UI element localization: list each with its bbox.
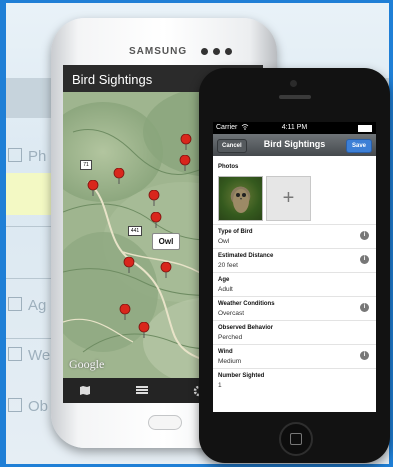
bg-label-ob: Ob xyxy=(28,398,49,415)
add-photo-button[interactable]: + xyxy=(266,176,311,221)
field-value: Perched xyxy=(218,334,243,341)
samsung-logo: SAMSUNG xyxy=(129,46,188,57)
sensor-icon xyxy=(225,48,232,55)
status-bar: Carrier 4:11 PM xyxy=(213,122,376,134)
map-pin-icon[interactable] xyxy=(160,261,172,283)
iphone-screen: Carrier 4:11 PM Cancel Bird Sightings Sa… xyxy=(213,122,376,412)
field-label: Wind xyxy=(218,349,233,355)
field-label: Weather Conditions xyxy=(218,301,275,307)
map-pin-icon[interactable] xyxy=(180,133,192,155)
home-square-icon xyxy=(290,433,302,445)
home-button[interactable] xyxy=(148,415,182,430)
field-label: Age xyxy=(218,277,230,283)
info-icon[interactable]: i xyxy=(360,351,369,360)
field-label: Number Sighted xyxy=(218,373,265,379)
bg-label-we: We xyxy=(28,347,51,364)
bg-checkbox xyxy=(8,297,22,311)
form-field-type-of-bird[interactable]: Type of Bird Owl i xyxy=(213,224,376,249)
bg-checkbox xyxy=(8,148,22,162)
road-sign-71: 71 xyxy=(80,160,92,170)
map-pin-icon[interactable] xyxy=(113,167,125,189)
road-sign-441: 441 xyxy=(128,226,142,236)
form-field-observed-behavior[interactable]: Observed Behavior Perched xyxy=(213,320,376,345)
field-value: Overcast xyxy=(218,310,245,317)
map-pin-icon[interactable] xyxy=(179,154,191,176)
save-button[interactable]: Save xyxy=(345,139,372,153)
field-value: Owl xyxy=(218,238,230,245)
field-label: Observed Behavior xyxy=(218,325,274,331)
map-pin-icon[interactable] xyxy=(123,256,135,278)
map-pin-icon[interactable] xyxy=(138,321,150,343)
google-logo: Google xyxy=(69,357,105,371)
form-field-weather-conditions[interactable]: Weather Conditions Overcast i xyxy=(213,296,376,321)
form-field-number-sighted[interactable]: Number Sighted 1 xyxy=(213,368,376,393)
info-icon[interactable]: i xyxy=(360,303,369,312)
battery-icon xyxy=(358,125,372,132)
owl-icon xyxy=(233,189,249,213)
front-camera-icon xyxy=(201,48,208,55)
home-button[interactable] xyxy=(279,422,313,456)
field-label: Type of Bird xyxy=(218,229,253,235)
info-icon[interactable]: i xyxy=(360,255,369,264)
navigation-bar: Cancel Bird Sightings Save xyxy=(213,134,376,156)
bg-checkbox xyxy=(8,347,22,361)
map-pin-icon[interactable] xyxy=(87,179,99,201)
front-camera-icon xyxy=(290,80,297,87)
bg-checkbox xyxy=(8,398,22,412)
list-icon[interactable] xyxy=(136,385,148,398)
form-field-estimated-distance[interactable]: Estimated Distance 20 feet i xyxy=(213,248,376,273)
map-icon[interactable] xyxy=(79,385,91,398)
earpiece-speaker xyxy=(279,95,311,99)
photos-label: Photos xyxy=(218,164,239,170)
bg-label-ph: Ph xyxy=(28,148,47,165)
field-value: 20 feet xyxy=(218,262,238,269)
field-label: Estimated Distance xyxy=(218,253,274,259)
owl-photo-thumbnail[interactable] xyxy=(218,176,263,221)
map-pin-icon[interactable] xyxy=(150,211,162,233)
owl-callout[interactable]: Owl xyxy=(152,233,180,250)
form-field-age[interactable]: Age Adult xyxy=(213,272,376,297)
frame-top-border xyxy=(0,0,393,3)
map-pin-icon[interactable] xyxy=(119,303,131,325)
info-icon[interactable]: i xyxy=(360,231,369,240)
frame-left-border xyxy=(0,0,6,467)
app-title: Bird Sightings xyxy=(72,72,153,87)
iphone: Carrier 4:11 PM Cancel Bird Sightings Sa… xyxy=(199,68,390,463)
field-value: Adult xyxy=(218,286,233,293)
sensor-icon xyxy=(213,48,220,55)
field-value: 1 xyxy=(218,382,222,389)
sighting-form: Photos + Type of Bird Owl i Estimated Di… xyxy=(213,156,376,412)
field-value: Medium xyxy=(218,358,242,365)
map-pin-icon[interactable] xyxy=(148,189,160,211)
bg-label-ag: Ag xyxy=(28,297,47,314)
clock: 4:11 PM xyxy=(281,124,308,131)
form-field-wind[interactable]: Wind Medium i xyxy=(213,344,376,369)
